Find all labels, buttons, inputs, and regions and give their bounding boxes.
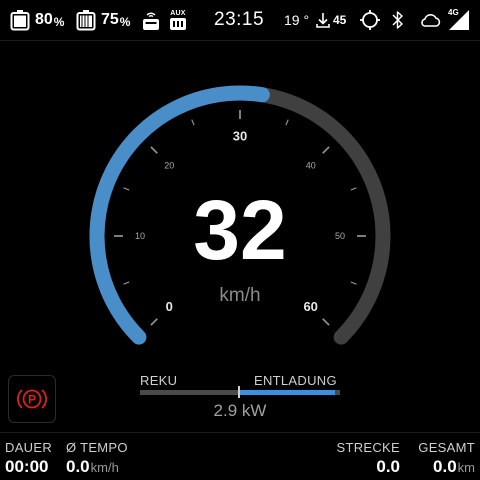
battery-icon (76, 10, 96, 31)
gauge-minor-tick (123, 187, 130, 191)
battery-primary-unit: % (53, 14, 65, 29)
speed-value: 32 (193, 183, 287, 277)
aux-status: AUX (168, 0, 188, 40)
battery-icon (10, 10, 30, 31)
temperature: 19 ° (284, 0, 309, 40)
battery-secondary-value: 75 (101, 11, 119, 28)
gauge-tick-label: 0 (166, 299, 173, 314)
trip-duration-value: 00:00 (5, 457, 49, 476)
signal-icon: 4G (448, 9, 470, 31)
clock: 23:15 (214, 0, 264, 40)
gps-status (359, 0, 381, 40)
cloud-icon (421, 14, 441, 27)
trip-total-unit: km (457, 460, 475, 475)
status-bar: 80% 75% AUX 23:15 19 ° 45 4G (0, 0, 480, 41)
gauge-minor-tick (285, 119, 289, 126)
trip-avg-speed: 0.0km/h (66, 457, 119, 477)
battery-secondary-unit: % (119, 14, 131, 29)
bluetooth-status (391, 0, 405, 40)
trip-avg-speed-label: Ø TEMPO (66, 440, 128, 455)
parking-brake-icon: P (17, 389, 47, 409)
aux-icon: AUX (168, 10, 188, 31)
gauge-minor-tick (350, 187, 357, 191)
power-bar-fill (240, 390, 335, 395)
power-regen-label: REKU (140, 373, 178, 388)
radio-status (141, 0, 161, 40)
trip-total-value: 0.0 (433, 457, 457, 476)
parking-brake-indicator: P (8, 375, 56, 423)
power-value: 2.9 kW (213, 401, 267, 420)
gauge-major-tick (322, 146, 330, 154)
speed-unit: km/h (219, 285, 261, 306)
network-label: 4G (448, 8, 459, 17)
download-count: 45 (333, 13, 347, 27)
bluetooth-icon (392, 11, 403, 29)
trip-avg-speed-unit: km/h (90, 460, 119, 475)
gauge-minor-tick (191, 119, 195, 126)
temperature-text: 19 ° (284, 12, 310, 28)
download-icon (316, 13, 330, 28)
gauge-tick-label: 20 (164, 160, 174, 170)
gauge-major-tick (150, 146, 158, 154)
clock-text: 23:15 (214, 9, 265, 30)
gauge-minor-tick (350, 281, 357, 285)
aux-label: AUX (170, 9, 186, 17)
gauge-tick-label: 30 (233, 129, 247, 144)
power-bar-center-mark (238, 386, 240, 398)
download-status: 45 (315, 0, 346, 40)
trip-distance-label: STRECKE (336, 440, 400, 455)
gauge-tick-label: 60 (303, 299, 317, 314)
svg-text:P: P (28, 393, 36, 407)
trip-total-label: GESAMT (418, 440, 475, 455)
battery-primary-value: 80 (35, 11, 53, 28)
battery-secondary: 75% (76, 0, 130, 40)
gauge-major-tick (322, 318, 330, 326)
gauge-minor-tick (123, 281, 130, 285)
trip-duration-label: DAUER (5, 440, 53, 455)
power-discharge-label: ENTLADUNG (254, 373, 337, 388)
trip-avg-speed-value: 0.0 (66, 457, 90, 476)
network-status: 4G (448, 0, 470, 40)
trip-total: 0.0km (433, 457, 475, 477)
cloud-status (418, 0, 442, 40)
radio-icon (143, 12, 159, 30)
bottom-divider (0, 432, 480, 433)
battery-primary: 80% (10, 0, 64, 40)
gps-icon (360, 10, 380, 30)
trip-distance-value: 0.0 (376, 457, 400, 476)
gauge-tick-label: 40 (306, 160, 316, 170)
gauge-major-tick (150, 318, 158, 326)
